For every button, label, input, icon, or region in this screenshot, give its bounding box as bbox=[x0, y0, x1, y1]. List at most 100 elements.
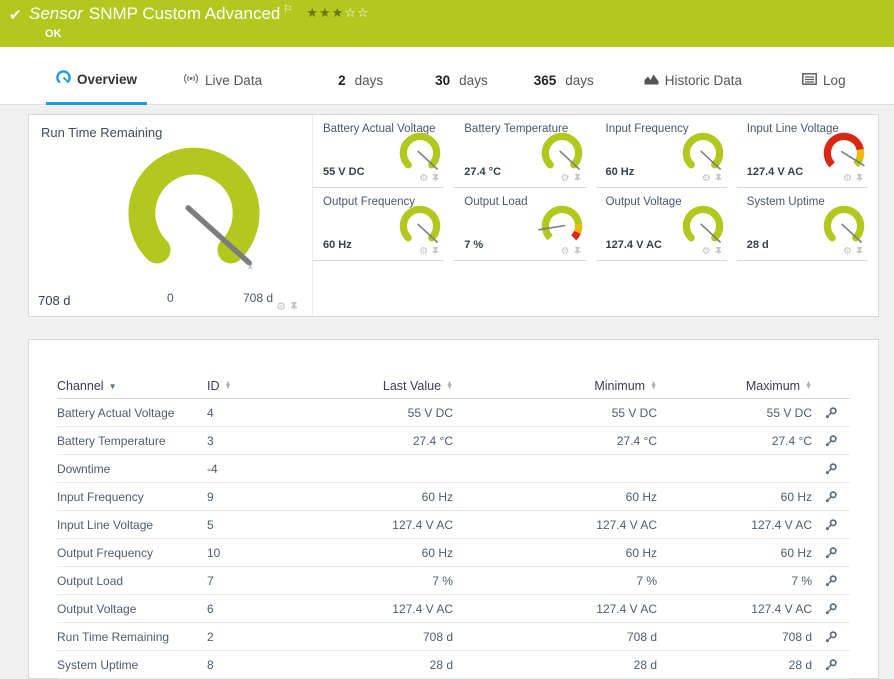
gauge-gear-icon[interactable]: ⚙ bbox=[843, 173, 852, 184]
cell-minimum: 28 d bbox=[633, 657, 657, 672]
gauge-value: 708 d bbox=[38, 293, 71, 308]
small-gauges-grid: Battery Actual Voltage 55 V DC ⚙ Battery… bbox=[312, 115, 878, 316]
edit-channel-wrench-icon[interactable] bbox=[824, 406, 838, 420]
cell-id: 2 bbox=[207, 629, 214, 644]
channel-gauge bbox=[399, 132, 441, 170]
cell-channel: Battery Temperature bbox=[57, 433, 166, 448]
cell-id: 4 bbox=[207, 405, 214, 420]
gauge-cell: Output Load 7 % ⚙ bbox=[454, 188, 595, 261]
gauge-pin-icon[interactable] bbox=[573, 246, 582, 257]
gauge-gear-icon[interactable]: ⚙ bbox=[561, 246, 570, 257]
table-row: Battery Actual Voltage 4 55 V DC 55 V DC… bbox=[57, 399, 850, 427]
gauge-pin-icon[interactable] bbox=[289, 301, 299, 313]
cell-channel: Input Frequency bbox=[57, 489, 144, 504]
gauge-pin-icon[interactable] bbox=[431, 173, 440, 184]
tab-30-days[interactable]: 30 days bbox=[425, 73, 498, 105]
gauge-pin-icon[interactable] bbox=[714, 246, 723, 257]
channel-gauge bbox=[823, 205, 865, 243]
object-kind-label: Sensor bbox=[29, 4, 83, 23]
flag-icon[interactable]: ⚐ bbox=[283, 4, 292, 15]
gauge-pin-icon[interactable] bbox=[714, 173, 723, 184]
sort-toggle-icon[interactable]: ▲ ▼ bbox=[805, 380, 812, 391]
gauge-value: 127.4 V AC bbox=[746, 166, 804, 178]
cell-id: 6 bbox=[207, 601, 214, 616]
cell-channel: Battery Actual Voltage bbox=[57, 405, 175, 420]
gauge-value: 60 Hz bbox=[605, 166, 635, 178]
broadcast-icon bbox=[183, 72, 199, 88]
channel-gauge bbox=[399, 205, 441, 243]
tab-historic-data[interactable]: Historic Data bbox=[634, 73, 752, 105]
column-header-minimum[interactable]: Minimum ▲ ▼ bbox=[453, 379, 657, 393]
page-content: Run Time Remaining x 708 d 0 708 d ⚙ Bat… bbox=[0, 105, 894, 679]
edit-channel-wrench-icon[interactable] bbox=[824, 462, 838, 476]
gauge-scale-max: 708 d bbox=[243, 291, 274, 305]
tab-number: 365 bbox=[533, 73, 557, 88]
gauge-cell: Battery Temperature 27.4 °C ⚙ bbox=[454, 115, 595, 188]
cell-channel: Run Time Remaining bbox=[57, 629, 170, 644]
cell-minimum: 60 Hz bbox=[625, 489, 657, 504]
cell-minimum: 55 V DC bbox=[611, 405, 657, 420]
edit-channel-wrench-icon[interactable] bbox=[824, 518, 838, 532]
table-row: Input Frequency 9 60 Hz 60 Hz 60 Hz bbox=[57, 483, 850, 511]
edit-channel-wrench-icon[interactable] bbox=[824, 434, 838, 448]
sort-desc-icon[interactable]: ▼ bbox=[109, 382, 117, 391]
gauge-gear-icon[interactable]: ⚙ bbox=[702, 173, 711, 184]
gauge-value: 7 % bbox=[464, 239, 484, 251]
gauge-gear-icon[interactable]: ⚙ bbox=[276, 301, 286, 313]
gauge-gear-icon[interactable]: ⚙ bbox=[702, 246, 711, 257]
gauge-pin-icon[interactable] bbox=[855, 246, 864, 257]
channels-table-panel: Channel ▼ ID ▲ ▼ Last Value ▲ ▼ Minimum ▲ ▼ Maximum… bbox=[28, 339, 879, 679]
sort-toggle-icon[interactable]: ▲ ▼ bbox=[225, 380, 232, 391]
tab-number: 30 bbox=[435, 73, 451, 88]
cell-minimum: 60 Hz bbox=[625, 545, 657, 560]
cell-maximum: 127.4 V AC bbox=[751, 517, 812, 532]
star-filled-icon[interactable]: ★★★ bbox=[306, 5, 344, 20]
tab-2-days[interactable]: 2 days bbox=[328, 73, 393, 105]
gauge-pin-icon[interactable] bbox=[431, 246, 440, 257]
gauge-gear-icon[interactable]: ⚙ bbox=[419, 246, 428, 257]
tab-log[interactable]: Log bbox=[792, 73, 856, 105]
column-header-maximum[interactable]: Maximum ▲ ▼ bbox=[657, 379, 812, 393]
edit-channel-wrench-icon[interactable] bbox=[824, 546, 838, 560]
column-header-channel[interactable]: Channel ▼ bbox=[57, 379, 207, 393]
cell-maximum: 27.4 °C bbox=[771, 433, 812, 448]
edit-channel-wrench-icon[interactable] bbox=[824, 490, 838, 504]
cell-id: 7 bbox=[207, 573, 214, 588]
table-row: Input Line Voltage 5 127.4 V AC 127.4 V … bbox=[57, 511, 850, 539]
channel-gauge bbox=[682, 205, 724, 243]
gauge-scale-min: 0 bbox=[167, 291, 174, 305]
main-gauge-cell: Run Time Remaining x 708 d 0 708 d ⚙ bbox=[29, 115, 312, 316]
sort-toggle-icon[interactable]: ▲ ▼ bbox=[446, 380, 453, 391]
priority-stars[interactable]: ★★★☆☆ bbox=[306, 5, 369, 20]
gauge-gear-icon[interactable]: ⚙ bbox=[843, 246, 852, 257]
tab-label: days bbox=[565, 73, 594, 88]
tab-bar: Overview Live Data 2 days 30 days 365 da… bbox=[0, 47, 894, 105]
cell-last-value: 55 V DC bbox=[407, 405, 453, 420]
gauge-cell: Output Frequency 60 Hz ⚙ bbox=[313, 188, 454, 261]
tab-overview[interactable]: Overview bbox=[46, 70, 148, 105]
gauge-gear-icon[interactable]: ⚙ bbox=[561, 173, 570, 184]
star-empty-icon[interactable]: ☆☆ bbox=[344, 5, 369, 20]
table-header-row: Channel ▼ ID ▲ ▼ Last Value ▲ ▼ Minimum ▲ ▼ Maximum… bbox=[57, 374, 850, 399]
cell-minimum: 27.4 °C bbox=[616, 433, 657, 448]
gauge-pin-icon[interactable] bbox=[855, 173, 864, 184]
column-header-last-value[interactable]: Last Value ▲ ▼ bbox=[303, 379, 453, 393]
gauge-pin-icon[interactable] bbox=[573, 173, 582, 184]
edit-channel-wrench-icon[interactable] bbox=[824, 630, 838, 644]
gauges-panel: Run Time Remaining x 708 d 0 708 d ⚙ Bat… bbox=[28, 114, 879, 317]
column-header-id[interactable]: ID ▲ ▼ bbox=[207, 379, 303, 393]
gauge-gear-icon[interactable]: ⚙ bbox=[419, 173, 428, 184]
gauge-cell: System Uptime 28 d ⚙ bbox=[736, 188, 878, 261]
edit-channel-wrench-icon[interactable] bbox=[824, 658, 838, 672]
edit-channel-wrench-icon[interactable] bbox=[824, 574, 838, 588]
gauge-value: 60 Hz bbox=[323, 239, 352, 251]
tab-live-data[interactable]: Live Data bbox=[173, 72, 272, 105]
cell-minimum: 127.4 V AC bbox=[596, 601, 657, 616]
sort-toggle-icon[interactable]: ▲ ▼ bbox=[650, 380, 657, 391]
table-row: Run Time Remaining 2 708 d 708 d 708 d bbox=[57, 623, 850, 651]
cell-maximum: 7 % bbox=[791, 573, 812, 588]
cell-id: -4 bbox=[207, 461, 218, 476]
tab-365-days[interactable]: 365 days bbox=[524, 73, 604, 105]
gauge-value: 55 V DC bbox=[323, 166, 365, 178]
edit-channel-wrench-icon[interactable] bbox=[824, 602, 838, 616]
